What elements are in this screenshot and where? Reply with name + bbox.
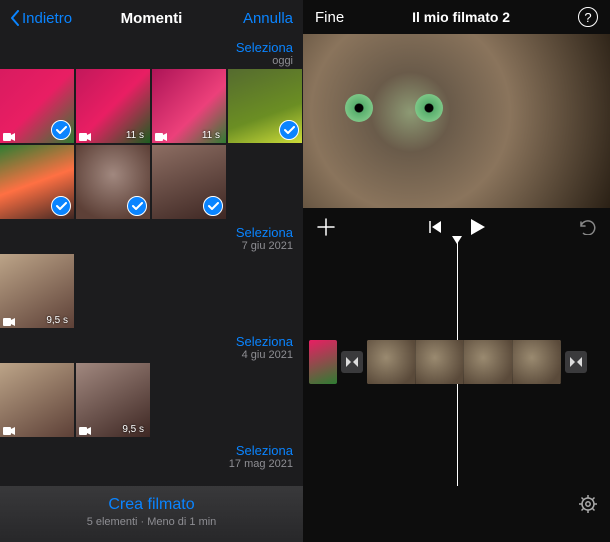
section-date-label: 4 giu 2021 (242, 349, 293, 361)
moments-picker-panel: Indietro Momenti Annulla Seleziona oggi … (0, 0, 303, 542)
selected-check-icon (203, 196, 223, 216)
picker-header: Indietro Momenti Annulla (0, 0, 303, 36)
media-thumbnail[interactable]: 9,5 s (0, 254, 74, 328)
undo-button[interactable] (578, 219, 596, 235)
transition-icon (345, 356, 359, 368)
chevron-left-icon (10, 10, 20, 26)
undo-icon (578, 219, 596, 235)
video-icon (3, 318, 15, 326)
media-thumbnail[interactable] (0, 363, 74, 437)
transition-icon (569, 356, 583, 368)
thumb-row: 9,5 s (0, 254, 303, 328)
clip-track (303, 340, 610, 384)
selected-check-icon (127, 196, 147, 216)
editor-panel: Fine Il mio filmato 2 ? (303, 0, 610, 542)
media-thumbnail[interactable]: 11 s (152, 69, 226, 143)
section-head-today: Seleziona oggi (0, 36, 303, 69)
thumb-row: 9,5 s (0, 363, 303, 437)
media-thumbnail[interactable] (0, 69, 74, 143)
selected-check-icon (279, 120, 299, 140)
video-icon (155, 133, 167, 141)
plus-icon (317, 218, 335, 236)
create-movie-subtitle: 5 elementi · Meno di 1 min (0, 516, 303, 528)
gear-icon (578, 494, 598, 514)
video-icon (3, 427, 15, 435)
section-head: Seleziona 4 giu 2021 (0, 330, 303, 363)
video-icon (3, 133, 15, 141)
preview-content (345, 94, 373, 122)
duration-label: 11 s (126, 130, 144, 141)
section-date-label: oggi (272, 55, 293, 67)
video-badge (79, 133, 91, 141)
settings-button[interactable] (578, 494, 598, 514)
media-thumbnail[interactable]: 11 s (76, 69, 150, 143)
select-all-link[interactable]: Seleziona (236, 40, 293, 55)
project-title: Il mio filmato 2 (412, 9, 510, 25)
thumb-row (0, 145, 303, 219)
video-badge (3, 427, 15, 435)
create-movie-title: Crea filmato (0, 496, 303, 514)
duration-label: 11 s (202, 130, 220, 141)
media-thumbnail[interactable] (152, 145, 226, 219)
skip-back-icon (428, 220, 442, 234)
select-all-link[interactable]: Seleziona (236, 334, 293, 349)
thumb-row: 11 s 11 s (0, 69, 303, 143)
media-thumbnail[interactable] (0, 145, 74, 219)
video-preview[interactable] (303, 34, 610, 208)
done-button[interactable]: Fine (315, 9, 344, 26)
add-media-button[interactable] (317, 218, 335, 236)
video-badge (3, 318, 15, 326)
play-button[interactable] (470, 218, 486, 236)
section-head: Seleziona 7 giu 2021 (0, 221, 303, 254)
back-button[interactable]: Indietro (10, 10, 72, 27)
skip-back-button[interactable] (428, 220, 442, 234)
section-head: Seleziona 17 mag 2021 (0, 439, 303, 472)
video-badge (155, 133, 167, 141)
video-badge (79, 427, 91, 435)
help-button[interactable]: ? (578, 7, 598, 27)
play-icon (470, 218, 486, 236)
selected-check-icon (51, 120, 71, 140)
create-movie-bar[interactable]: Crea filmato 5 elementi · Meno di 1 min (0, 486, 303, 542)
editor-header: Fine Il mio filmato 2 ? (303, 0, 610, 34)
video-icon (79, 133, 91, 141)
preview-content (415, 94, 443, 122)
video-icon (79, 427, 91, 435)
selected-check-icon (51, 196, 71, 216)
media-thumbnail[interactable] (76, 145, 150, 219)
back-label: Indietro (22, 10, 72, 27)
select-all-link[interactable]: Seleziona (236, 225, 293, 240)
help-icon: ? (584, 10, 591, 25)
select-all-link[interactable]: Seleziona (236, 443, 293, 458)
cancel-button[interactable]: Annulla (243, 10, 293, 27)
timeline[interactable] (303, 242, 610, 522)
timeline-clip[interactable] (309, 340, 337, 384)
section-date-label: 17 mag 2021 (229, 458, 293, 470)
transition-button[interactable] (341, 351, 363, 373)
duration-label: 9,5 s (46, 315, 68, 326)
transition-button[interactable] (565, 351, 587, 373)
video-badge (3, 133, 15, 141)
duration-label: 9,5 s (122, 424, 144, 435)
media-thumbnail[interactable]: 9,5 s (76, 363, 150, 437)
picker-title: Momenti (121, 10, 183, 27)
media-thumbnail[interactable] (228, 69, 302, 143)
timeline-clip[interactable] (367, 340, 561, 384)
section-date-label: 7 giu 2021 (242, 240, 293, 252)
